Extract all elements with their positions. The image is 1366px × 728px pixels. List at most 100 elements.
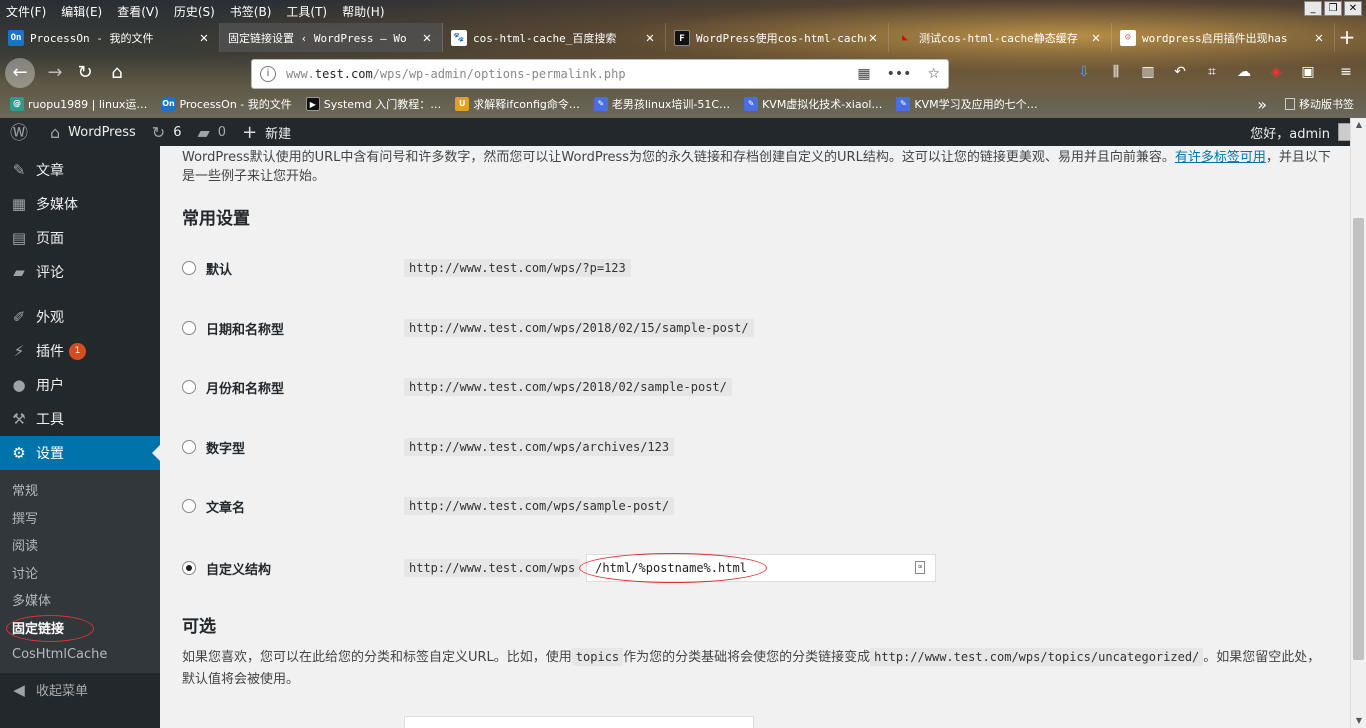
submenu-discussion[interactable]: 讨论 bbox=[0, 559, 160, 587]
new-content-menu[interactable]: + 新建 bbox=[242, 118, 291, 146]
submenu-coshtmlcache[interactable]: CosHtmlCache bbox=[0, 641, 160, 669]
more-actions-icon[interactable]: ••• bbox=[887, 66, 912, 82]
tab-wordpress-cos[interactable]: F WordPress使用cos-html-cache ✕ bbox=[666, 23, 889, 52]
extensions-icon[interactable]: ▣ bbox=[1298, 61, 1318, 83]
radio-month-name[interactable] bbox=[182, 380, 196, 394]
bookmark-item[interactable]: ▶ Systemd 入门教程：… bbox=[305, 96, 441, 112]
submenu-media[interactable]: 多媒体 bbox=[0, 586, 160, 614]
new-tab-button[interactable]: + bbox=[1335, 23, 1359, 52]
bookmark-item[interactable]: U 求解释ifconfig命令… bbox=[455, 96, 580, 112]
address-bar[interactable]: i www.test.com/wps/wp-admin/options-perm… bbox=[251, 59, 949, 89]
minimize-button[interactable]: _ bbox=[1304, 1, 1322, 16]
mobile-bookmarks[interactable]: 移动版书签 bbox=[1299, 96, 1354, 112]
tab-processon[interactable]: On ProcessOn - 我的文件 ✕ bbox=[0, 23, 220, 52]
close-tab-icon[interactable]: ✕ bbox=[1312, 30, 1326, 46]
close-tab-icon[interactable]: ✕ bbox=[420, 30, 434, 46]
maximize-button[interactable]: ❐ bbox=[1324, 1, 1342, 16]
sidebar-item-users[interactable]: ● 用户 bbox=[0, 368, 160, 402]
available-tags-link[interactable]: 有许多标签可用 bbox=[1175, 150, 1266, 165]
close-window-button[interactable]: ✕ bbox=[1344, 1, 1362, 16]
tab-baidu-search[interactable]: 🐾 cos-html-cache_百度搜索 ✕ bbox=[443, 23, 666, 52]
tab-permalink-settings[interactable]: 固定链接设置 ‹ WordPress — Wo ✕ bbox=[220, 23, 443, 52]
menu-file[interactable]: 文件(F) bbox=[6, 3, 46, 20]
sidebar-item-plugins[interactable]: ⚡ 插件 1 bbox=[0, 334, 160, 368]
radio-default[interactable] bbox=[182, 261, 196, 275]
page-scrollbar[interactable]: ▲ ▼ bbox=[1350, 118, 1366, 728]
close-tab-icon[interactable]: ✕ bbox=[643, 30, 657, 46]
close-tab-icon[interactable]: ✕ bbox=[866, 30, 880, 46]
home-icon[interactable]: ⌂ bbox=[102, 58, 132, 88]
wp-logo-menu[interactable]: Ⓦ bbox=[10, 118, 36, 146]
permalink-option: 数字型 http://www.test.com/wps/archives/123 bbox=[182, 435, 1332, 459]
bookmark-item[interactable]: @ ruopu1989 | linux运… bbox=[10, 96, 147, 112]
sidebar-item-tools[interactable]: ⚒ 工具 bbox=[0, 402, 160, 436]
reload-icon[interactable]: ↻ bbox=[70, 58, 100, 88]
site-name-menu[interactable]: ⌂ WordPress bbox=[50, 118, 136, 146]
back-arrow-icon[interactable]: ← bbox=[5, 58, 35, 88]
tab-plugin-error[interactable]: ☺ wordpress启用插件出现has ✕ bbox=[1112, 23, 1335, 52]
bookmark-item[interactable]: ✎ KVM学习及应用的七个… bbox=[896, 96, 1038, 112]
account-menu[interactable]: 您好，admin bbox=[1250, 118, 1356, 146]
submenu-writing[interactable]: 撰写 bbox=[0, 504, 160, 532]
scroll-up-arrow[interactable]: ▲ bbox=[1351, 118, 1366, 132]
permalink-option: 文章名 http://www.test.com/wps/sample-post/ bbox=[182, 494, 1332, 518]
navigation-toolbar: ← → ↻ ⌂ i www.test.com/wps/wp-admin/opti… bbox=[0, 56, 1366, 92]
intro-paragraph: WordPress默认使用的URL中含有问号和许多数字，然而您可以让WordPr… bbox=[182, 150, 1331, 184]
sidebar-item-media[interactable]: ▦ 多媒体 bbox=[0, 187, 160, 221]
sidebar-item-pages[interactable]: ▤ 页面 bbox=[0, 221, 160, 255]
updates-menu[interactable]: ↻ 6 bbox=[152, 118, 182, 146]
hamburger-menu-icon[interactable]: ≡ bbox=[1336, 61, 1356, 83]
tab-title: 固定链接设置 ‹ WordPress — Wo bbox=[228, 31, 407, 45]
submenu-general[interactable]: 常规 bbox=[0, 476, 160, 504]
sidebar-item-posts[interactable]: ✎ 文章 bbox=[0, 153, 160, 187]
scroll-down-arrow[interactable]: ▼ bbox=[1351, 714, 1366, 728]
category-base-input[interactable] bbox=[404, 716, 754, 728]
tab-title: ProcessOn - 我的文件 bbox=[30, 31, 154, 45]
close-tab-icon[interactable]: ✕ bbox=[1089, 30, 1103, 46]
menu-help[interactable]: 帮助(H) bbox=[342, 3, 384, 20]
collapse-menu-button[interactable]: ◀ 收起菜单 bbox=[0, 673, 160, 707]
password-manager-icon[interactable]: ⌧ bbox=[915, 561, 926, 574]
sidebar-item-settings[interactable]: ⚙ 设置 bbox=[0, 436, 160, 470]
bookmark-item[interactable]: ✎ KVM虚拟化技术-xiaol… bbox=[744, 96, 882, 112]
option-label: 数字型 bbox=[206, 441, 246, 457]
radio-numeric[interactable] bbox=[182, 440, 196, 454]
bookmark-item[interactable]: ✎ 老男孩linux培训-51C… bbox=[593, 96, 730, 112]
wrench-icon: ⚒ bbox=[12, 410, 26, 428]
sidebar-item-comments[interactable]: ▰ 评论 bbox=[0, 255, 160, 289]
example-url: http://www.test.com/wps/2018/02/sample-p… bbox=[404, 378, 732, 396]
sidebar-toggle-icon[interactable]: ▥ bbox=[1138, 61, 1158, 83]
radio-post-name[interactable] bbox=[182, 499, 196, 513]
undo-icon[interactable]: ↶ bbox=[1170, 61, 1190, 83]
download-icon[interactable]: ⇩ bbox=[1074, 61, 1094, 83]
chat-icon[interactable]: ☁ bbox=[1234, 61, 1254, 83]
radio-day-name[interactable] bbox=[182, 321, 196, 335]
bookmark-item[interactable]: On ProcessOn - 我的文件 bbox=[161, 96, 292, 112]
permalink-option: 默认 http://www.test.com/wps/?p=123 bbox=[182, 256, 1332, 280]
ublock-icon[interactable]: ◈ bbox=[1266, 61, 1286, 83]
scrollbar-thumb[interactable] bbox=[1353, 218, 1364, 660]
f-site-icon: F bbox=[674, 29, 690, 46]
forward-arrow-icon[interactable]: → bbox=[40, 58, 70, 88]
option-label: 默认 bbox=[206, 262, 233, 278]
menu-edit[interactable]: 编辑(E) bbox=[61, 3, 102, 20]
menu-history[interactable]: 历史(S) bbox=[174, 3, 215, 20]
info-icon[interactable]: i bbox=[260, 66, 276, 82]
play-icon: ▶ bbox=[305, 97, 320, 111]
menu-tools[interactable]: 工具(T) bbox=[286, 3, 327, 20]
menu-bookmarks[interactable]: 书签(B) bbox=[230, 3, 272, 20]
submenu-reading[interactable]: 阅读 bbox=[0, 531, 160, 559]
tab-test-cos-cache[interactable]: ◣ 测试cos-html-cache静态缓存 ✕ bbox=[889, 23, 1112, 52]
qr-code-icon[interactable]: ▦ bbox=[857, 66, 870, 82]
bookmark-star-icon[interactable]: ☆ bbox=[927, 66, 940, 82]
menu-view[interactable]: 查看(V) bbox=[117, 3, 159, 20]
bookmarks-more-chevron[interactable]: » bbox=[1257, 95, 1267, 114]
comments-menu[interactable]: ▰ 0 bbox=[197, 118, 226, 146]
pen-icon: ✎ bbox=[593, 97, 608, 111]
close-tab-icon[interactable]: ✕ bbox=[197, 30, 211, 46]
library-icon[interactable]: ⫼ bbox=[1106, 61, 1126, 83]
tab-strip: On ProcessOn - 我的文件 ✕ 固定链接设置 ‹ WordPress… bbox=[0, 23, 1366, 52]
radio-custom-structure[interactable] bbox=[182, 561, 196, 575]
sidebar-item-appearance[interactable]: ✐ 外观 bbox=[0, 300, 160, 334]
crop-icon[interactable]: ⌗ bbox=[1202, 61, 1222, 83]
